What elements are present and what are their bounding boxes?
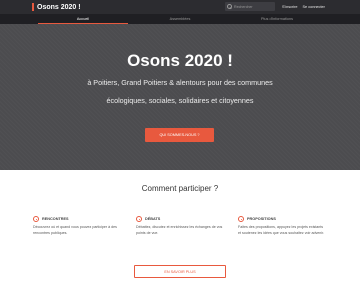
hero-title: Osons 2020 ! [127,51,233,70]
card-text: Faites des propositions, appuyez les pro… [238,225,325,235]
logo-text: Osons 2020 ! [37,3,81,11]
card-debats[interactable]: DÉBATS Débattez, discutez et enrichissez… [136,216,224,236]
search-icon [227,4,232,9]
site-logo[interactable]: Osons 2020 ! [32,2,81,12]
hero-subtitle-line1: à Poitiers, Grand Poitiers & alentours p… [87,78,273,87]
card-label: DÉBATS [145,217,161,221]
signup-link[interactable]: S'inscrire [282,5,298,9]
hero-banner: Osons 2020 ! à Poitiers, Grand Poitiers … [0,24,360,170]
account-links: S'inscrire Se connecter [282,3,330,11]
login-link[interactable]: Se connecter [303,5,325,9]
card-propositions[interactable]: PROPOSITIONS Faites des propositions, ap… [238,216,326,236]
logo-mark [32,3,34,11]
search-input[interactable] [234,4,274,9]
propositions-icon [238,216,244,222]
who-are-we-button[interactable]: QUI SOMMES-NOUS ? [145,128,214,142]
main-nav: Accueil Assemblées Plus d'informations [0,14,360,24]
card-rencontres[interactable]: RENCONTRES Découvrez où et quand vous po… [33,216,121,236]
card-label: RENCONTRES [42,217,69,221]
rencontres-icon [33,216,39,222]
hero-subtitle-line2: écologiques, sociales, solidaires et cit… [106,96,254,105]
debats-icon [136,216,142,222]
card-text: Débattez, discutez et enrichissez les éc… [136,225,223,235]
section-title: Comment participer ? [141,184,219,193]
tab-accueil[interactable]: Accueil [38,14,128,24]
tab-assemblees[interactable]: Assemblées [135,14,225,24]
card-text: Découvrez où et quand vous pouvez partic… [33,225,117,235]
tab-plus-informations[interactable]: Plus d'informations [232,14,322,24]
search-box[interactable] [225,2,275,11]
card-label: PROPOSITIONS [247,217,276,221]
top-bar: Osons 2020 ! S'inscrire Se connecter [0,0,360,14]
learn-more-button[interactable]: EN SAVOIR PLUS [134,265,226,278]
